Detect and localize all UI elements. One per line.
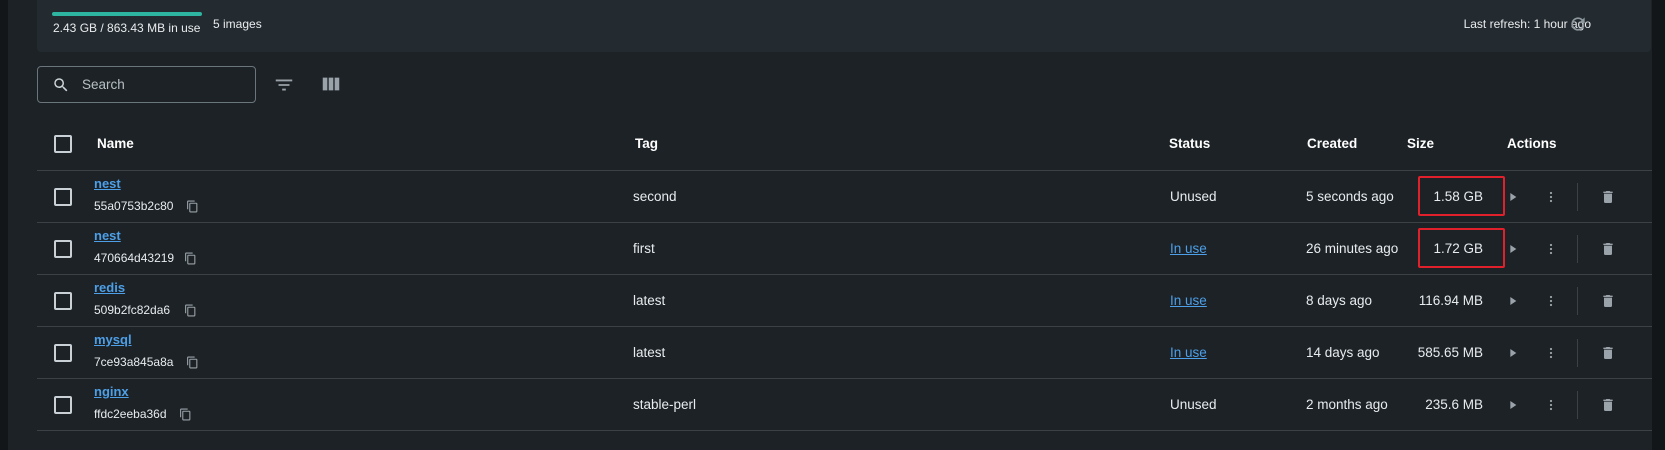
row-checkbox[interactable] [54, 292, 72, 310]
actions-divider [1577, 391, 1578, 419]
search-box[interactable] [37, 66, 256, 103]
usage-progress [52, 12, 202, 16]
more-actions-icon[interactable] [1543, 293, 1559, 309]
usage-progress-fill [52, 12, 202, 16]
image-tag: latest [633, 293, 666, 308]
run-icon[interactable] [1505, 397, 1521, 413]
search-icon [52, 76, 70, 94]
more-actions-icon[interactable] [1543, 189, 1559, 205]
image-tag: stable-perl [633, 397, 697, 412]
image-created: 26 minutes ago [1306, 241, 1399, 256]
images-table: Name Tag Status Created Size Actions nes… [37, 118, 1652, 431]
image-name-link[interactable]: nest [94, 228, 121, 243]
usage-text: 2.43 GB / 863.43 MB in use [53, 21, 201, 35]
filter-icon[interactable] [273, 74, 295, 96]
delete-icon[interactable] [1600, 241, 1616, 257]
image-name-link[interactable]: nginx [94, 384, 129, 399]
actions-divider [1577, 287, 1578, 315]
left-edge [0, 0, 8, 450]
copy-icon[interactable] [186, 200, 199, 213]
table-row: mysql 7ce93a845a8a latest In use 14 days… [37, 327, 1652, 379]
more-actions-icon[interactable] [1543, 241, 1559, 257]
image-tag: first [633, 241, 655, 256]
header-created[interactable]: Created [1307, 136, 1357, 151]
size-highlight-box [1418, 176, 1505, 216]
image-name-link[interactable]: redis [94, 280, 125, 295]
actions-divider [1577, 183, 1578, 211]
run-icon[interactable] [1505, 345, 1521, 361]
image-created: 14 days ago [1306, 345, 1380, 360]
copy-icon[interactable] [179, 408, 192, 421]
image-tag: latest [633, 345, 666, 360]
image-tag: second [633, 189, 677, 204]
row-checkbox[interactable] [54, 240, 72, 258]
image-id: 7ce93a845a8a [94, 355, 174, 369]
disk-usage-bar: 2.43 GB / 863.43 MB in use 5 images Last… [37, 0, 1651, 52]
select-all-checkbox[interactable] [54, 135, 72, 153]
copy-icon[interactable] [186, 356, 199, 369]
size-highlight-box [1418, 228, 1505, 268]
scrollbar-track[interactable] [1652, 0, 1665, 450]
header-actions: Actions [1507, 136, 1557, 151]
run-icon[interactable] [1505, 241, 1521, 257]
image-status-link[interactable]: In use [1170, 345, 1207, 360]
image-status: Unused [1170, 397, 1217, 412]
images-count: 5 images [213, 17, 262, 31]
more-actions-icon[interactable] [1543, 345, 1559, 361]
image-size: 116.94 MB [1418, 293, 1483, 308]
delete-icon[interactable] [1600, 345, 1616, 361]
header-status[interactable]: Status [1169, 136, 1210, 151]
run-icon[interactable] [1505, 293, 1521, 309]
run-icon[interactable] [1505, 189, 1521, 205]
copy-icon[interactable] [184, 252, 197, 265]
row-checkbox[interactable] [54, 396, 72, 414]
delete-icon[interactable] [1600, 189, 1616, 205]
header-size[interactable]: Size [1407, 136, 1434, 151]
image-created: 5 seconds ago [1306, 189, 1394, 204]
image-status: Unused [1170, 189, 1217, 204]
image-id: ffdc2eeba36d [94, 407, 167, 421]
table-row: nginx ffdc2eeba36d stable-perl Unused 2 … [37, 379, 1652, 431]
image-name-link[interactable]: nest [94, 176, 121, 191]
image-id: 55a0753b2c80 [94, 199, 174, 213]
table-row: nest 470664d43219 first In use 26 minute… [37, 223, 1652, 275]
image-created: 2 months ago [1306, 397, 1388, 412]
image-size: 235.6 MB [1425, 397, 1483, 412]
row-checkbox[interactable] [54, 188, 72, 206]
refresh-icon[interactable] [1568, 14, 1588, 34]
image-name-link[interactable]: mysql [94, 332, 132, 347]
table-header: Name Tag Status Created Size Actions [37, 118, 1652, 171]
delete-icon[interactable] [1600, 293, 1616, 309]
header-name[interactable]: Name [97, 136, 134, 151]
row-checkbox[interactable] [54, 344, 72, 362]
image-status-link[interactable]: In use [1170, 293, 1207, 308]
image-created: 8 days ago [1306, 293, 1373, 308]
image-status-link[interactable]: In use [1170, 241, 1207, 256]
search-input[interactable] [82, 67, 252, 102]
table-row: redis 509b2fc82da6 latest In use 8 days … [37, 275, 1652, 327]
header-tag[interactable]: Tag [635, 136, 658, 151]
image-size: 585.65 MB [1417, 345, 1483, 360]
copy-icon[interactable] [184, 304, 197, 317]
image-id: 509b2fc82da6 [94, 303, 171, 317]
delete-icon[interactable] [1600, 397, 1616, 413]
image-id: 470664d43219 [94, 251, 175, 265]
actions-divider [1577, 339, 1578, 367]
table-row: nest 55a0753b2c80 second Unused 5 second… [37, 171, 1652, 223]
more-actions-icon[interactable] [1543, 397, 1559, 413]
actions-divider [1577, 235, 1578, 263]
columns-icon[interactable] [320, 73, 342, 95]
